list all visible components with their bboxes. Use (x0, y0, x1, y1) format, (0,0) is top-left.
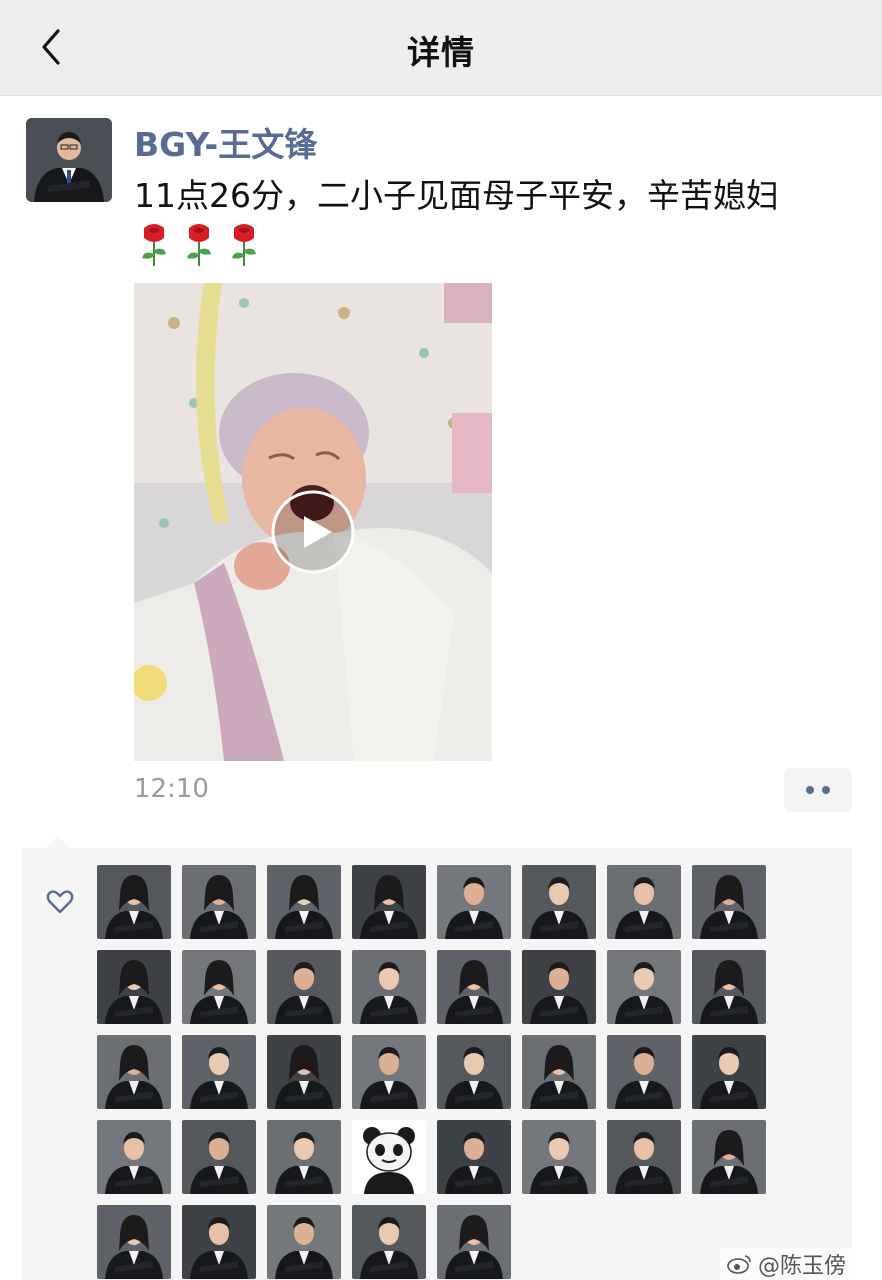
rose-icon (142, 224, 166, 266)
liker-avatar[interactable] (267, 1205, 341, 1279)
liker-avatar[interactable] (437, 865, 511, 939)
liker-avatar[interactable] (182, 1205, 256, 1279)
liker-avatar[interactable] (437, 1035, 511, 1109)
emoji-row (138, 222, 260, 266)
page-title: 详情 (407, 33, 475, 72)
liker-avatar[interactable] (437, 1205, 511, 1279)
weibo-icon (727, 1255, 751, 1274)
liker-avatar[interactable] (267, 1120, 341, 1194)
author-name[interactable]: BGY-王文锋 (134, 118, 317, 166)
liker-avatar[interactable] (522, 865, 596, 939)
liker-avatar[interactable] (352, 1035, 426, 1109)
watermark-text: @陈玉傍 (758, 1254, 847, 1279)
liker-avatar[interactable] (692, 865, 766, 939)
liker-avatar[interactable] (352, 865, 426, 939)
rose-icon (187, 224, 211, 266)
liker-avatar[interactable] (182, 865, 256, 939)
post-time: 12:10 (134, 774, 209, 804)
liker-avatar[interactable] (692, 950, 766, 1024)
play-icon[interactable] (270, 489, 356, 575)
liker-avatar[interactable] (607, 1120, 681, 1194)
liker-avatar[interactable] (522, 1035, 596, 1109)
liker-avatar[interactable] (97, 1035, 171, 1109)
more-actions-button[interactable] (784, 768, 852, 812)
liker-avatar[interactable] (267, 1035, 341, 1109)
liker-avatar[interactable] (437, 950, 511, 1024)
liker-avatar[interactable] (182, 1120, 256, 1194)
liker-avatar[interactable] (352, 1120, 426, 1194)
liker-avatar[interactable] (97, 865, 171, 939)
liker-avatar[interactable] (692, 1120, 766, 1194)
dot-icon (822, 786, 830, 794)
author-avatar[interactable] (26, 118, 112, 202)
liker-avatar[interactable] (182, 1035, 256, 1109)
post-text: 11点26分，二小子见面母子平安，辛苦媳妇 (134, 176, 779, 215)
video-thumbnail[interactable] (134, 283, 492, 761)
dot-icon (806, 786, 814, 794)
rose-icon (232, 224, 256, 266)
liker-avatar[interactable] (607, 865, 681, 939)
likes-panel (22, 848, 852, 1280)
liker-avatar[interactable] (522, 1120, 596, 1194)
liker-avatar[interactable] (607, 1035, 681, 1109)
liker-avatar[interactable] (607, 950, 681, 1024)
liker-avatar[interactable] (182, 950, 256, 1024)
heart-icon (46, 890, 74, 914)
liker-avatar[interactable] (97, 950, 171, 1024)
liker-avatar[interactable] (522, 950, 596, 1024)
likes-caret (46, 836, 70, 848)
navigation-bar: 详情 (0, 0, 882, 96)
liker-avatar[interactable] (352, 1205, 426, 1279)
liker-avatar[interactable] (97, 1205, 171, 1279)
liker-avatar[interactable] (692, 1035, 766, 1109)
liker-avatar[interactable] (267, 950, 341, 1024)
liker-avatar[interactable] (437, 1120, 511, 1194)
watermark: @陈玉傍 (720, 1248, 853, 1280)
liker-avatar[interactable] (352, 950, 426, 1024)
liker-avatar[interactable] (267, 865, 341, 939)
liker-avatar[interactable] (97, 1120, 171, 1194)
